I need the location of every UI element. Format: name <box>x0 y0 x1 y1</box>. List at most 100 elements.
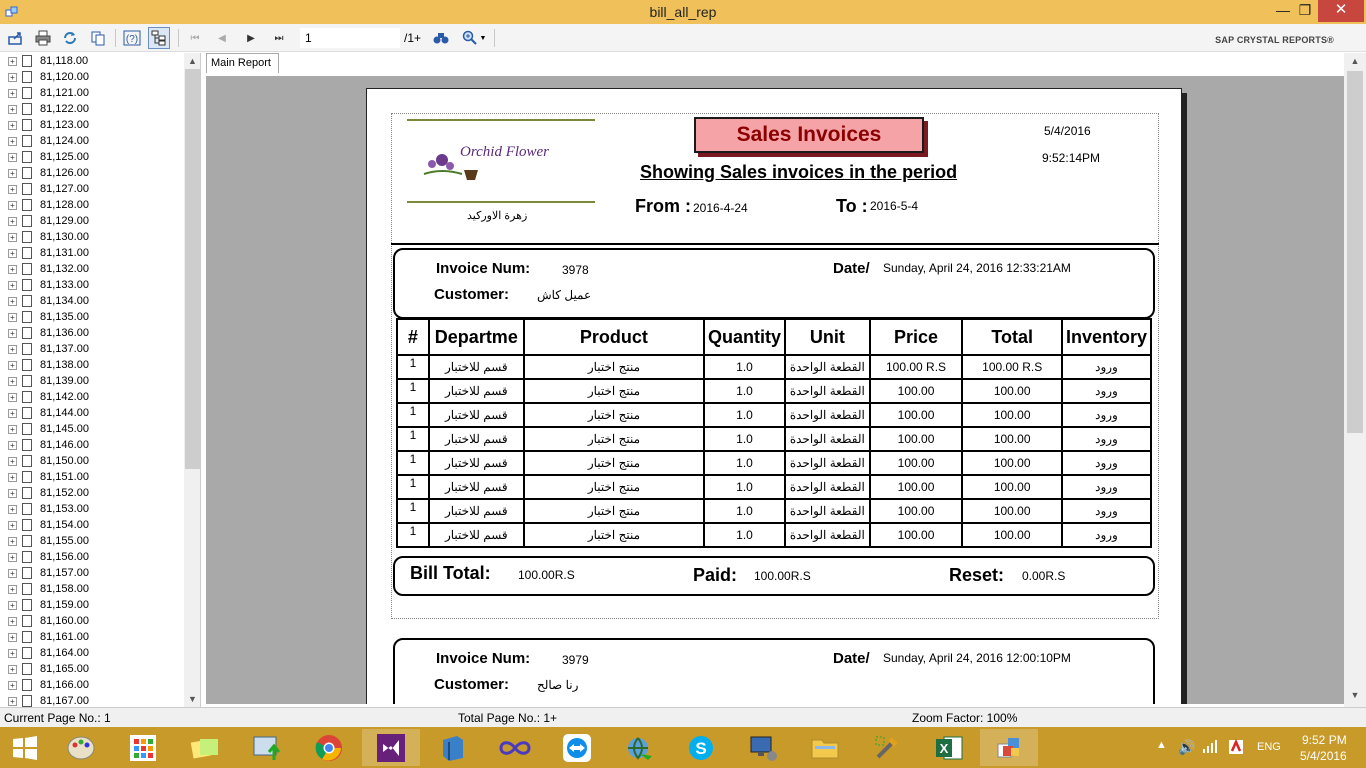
taskbar-paint[interactable] <box>52 729 110 766</box>
tree-item[interactable]: +81,135.00 <box>8 309 89 325</box>
tree-item[interactable]: +81,131.00 <box>8 245 89 261</box>
help-button[interactable]: (?) <box>121 27 143 49</box>
expand-icon[interactable]: + <box>8 120 17 130</box>
expand-icon[interactable]: + <box>8 504 17 514</box>
tree-item[interactable]: +81,159.00 <box>8 597 89 613</box>
expand-icon[interactable]: + <box>8 136 17 146</box>
toggle-group-tree-button[interactable] <box>148 27 170 49</box>
tree-item[interactable]: +81,155.00 <box>8 533 89 549</box>
expand-icon[interactable]: + <box>8 632 17 642</box>
tree-item[interactable]: +81,145.00 <box>8 421 89 437</box>
taskbar-infinity[interactable] <box>486 729 544 766</box>
tree-item[interactable]: +81,167.00 <box>8 693 89 707</box>
refresh-button[interactable] <box>59 27 81 49</box>
expand-icon[interactable]: + <box>8 424 17 434</box>
tree-item[interactable]: +81,132.00 <box>8 261 89 277</box>
tree-item[interactable]: +81,151.00 <box>8 469 89 485</box>
signal-icon[interactable] <box>1202 739 1218 768</box>
tree-item[interactable]: +81,165.00 <box>8 661 89 677</box>
page-number-input[interactable] <box>300 28 400 48</box>
expand-icon[interactable]: + <box>8 56 17 66</box>
maximize-button[interactable]: ❐ <box>1290 0 1320 22</box>
expand-icon[interactable]: + <box>8 536 17 546</box>
show-hidden-icons[interactable]: ▲ <box>1156 739 1167 768</box>
first-page-button[interactable]: ⏮ <box>184 27 206 49</box>
tree-item[interactable]: +81,158.00 <box>8 581 89 597</box>
expand-icon[interactable]: + <box>8 584 17 594</box>
expand-icon[interactable]: + <box>8 520 17 530</box>
expand-icon[interactable]: + <box>8 248 17 258</box>
tree-item[interactable]: +81,139.00 <box>8 373 89 389</box>
tree-item[interactable]: +81,124.00 <box>8 133 89 149</box>
expand-icon[interactable]: + <box>8 456 17 466</box>
taskbar-tool[interactable] <box>424 729 482 766</box>
copy-button[interactable] <box>87 27 109 49</box>
tree-item[interactable]: +81,153.00 <box>8 501 89 517</box>
expand-icon[interactable]: + <box>8 600 17 610</box>
tree-item[interactable]: +81,127.00 <box>8 181 89 197</box>
taskbar-chrome[interactable] <box>300 729 358 766</box>
tree-item[interactable]: +81,136.00 <box>8 325 89 341</box>
zoom-dropdown[interactable]: ▼ <box>458 27 490 49</box>
taskbar-network[interactable] <box>610 729 668 766</box>
taskbar-notes[interactable] <box>176 729 234 766</box>
tree-item[interactable]: +81,138.00 <box>8 357 89 373</box>
volume-icon[interactable]: 🔊 <box>1178 739 1195 768</box>
antivirus-icon[interactable] <box>1228 738 1244 768</box>
expand-icon[interactable]: + <box>8 568 17 578</box>
expand-icon[interactable]: + <box>8 664 17 674</box>
tree-item[interactable]: +81,121.00 <box>8 85 89 101</box>
next-page-button[interactable]: ▶ <box>240 27 262 49</box>
taskbar-skype[interactable]: S <box>672 729 730 766</box>
tree-item[interactable]: +81,152.00 <box>8 485 89 501</box>
tree-item[interactable]: +81,164.00 <box>8 645 89 661</box>
tree-item[interactable]: +81,144.00 <box>8 405 89 421</box>
taskbar-remote[interactable] <box>734 729 792 766</box>
tree-item[interactable]: +81,126.00 <box>8 165 89 181</box>
expand-icon[interactable]: + <box>8 232 17 242</box>
expand-icon[interactable]: + <box>8 72 17 82</box>
taskbar-teamviewer[interactable] <box>548 729 606 766</box>
prev-page-button[interactable]: ◀ <box>211 27 233 49</box>
expand-icon[interactable]: + <box>8 264 17 274</box>
expand-icon[interactable]: + <box>8 680 17 690</box>
report-scroll-thumb[interactable] <box>1347 71 1363 433</box>
tree-item[interactable]: +81,133.00 <box>8 277 89 293</box>
tree-item[interactable]: +81,118.00 <box>8 53 88 69</box>
expand-icon[interactable]: + <box>8 616 17 626</box>
chevron-down-icon[interactable]: ▼ <box>1344 687 1366 703</box>
tree-item[interactable]: +81,166.00 <box>8 677 89 693</box>
expand-icon[interactable]: + <box>8 392 17 402</box>
tree-item[interactable]: +81,154.00 <box>8 517 89 533</box>
last-page-button[interactable]: ⏭ <box>268 27 290 49</box>
taskbar-uploader[interactable] <box>238 729 296 766</box>
language-indicator[interactable]: ENG <box>1257 741 1281 768</box>
tree-scroll-thumb[interactable] <box>185 69 200 469</box>
clock-date[interactable]: 5/4/2016 <box>1300 749 1347 768</box>
tree-item[interactable]: +81,150.00 <box>8 453 89 469</box>
taskbar-excel[interactable]: X <box>920 729 978 766</box>
expand-icon[interactable]: + <box>8 168 17 178</box>
tree-item[interactable]: +81,128.00 <box>8 197 89 213</box>
taskbar-explorer[interactable] <box>796 729 854 766</box>
report-scrollbar[interactable]: ▲ ▼ <box>1344 53 1366 707</box>
taskbar-crystal-report-app[interactable] <box>980 729 1038 766</box>
expand-icon[interactable]: + <box>8 216 17 226</box>
expand-icon[interactable]: + <box>8 360 17 370</box>
tab-main-report[interactable]: Main Report <box>206 53 279 73</box>
chevron-up-icon[interactable]: ▲ <box>184 53 200 69</box>
chevron-down-icon[interactable]: ▼ <box>184 691 200 707</box>
expand-icon[interactable]: + <box>8 440 17 450</box>
tree-item[interactable]: +81,142.00 <box>8 389 89 405</box>
export-button[interactable] <box>5 27 27 49</box>
expand-icon[interactable]: + <box>8 648 17 658</box>
taskbar-apps[interactable] <box>114 729 172 766</box>
start-button[interactable] <box>0 729 50 766</box>
expand-icon[interactable]: + <box>8 280 17 290</box>
tree-item[interactable]: +81,160.00 <box>8 613 89 629</box>
print-button[interactable] <box>32 27 54 49</box>
taskbar-tools[interactable] <box>858 729 916 766</box>
tree-item[interactable]: +81,123.00 <box>8 117 89 133</box>
expand-icon[interactable]: + <box>8 552 17 562</box>
expand-icon[interactable]: + <box>8 88 17 98</box>
